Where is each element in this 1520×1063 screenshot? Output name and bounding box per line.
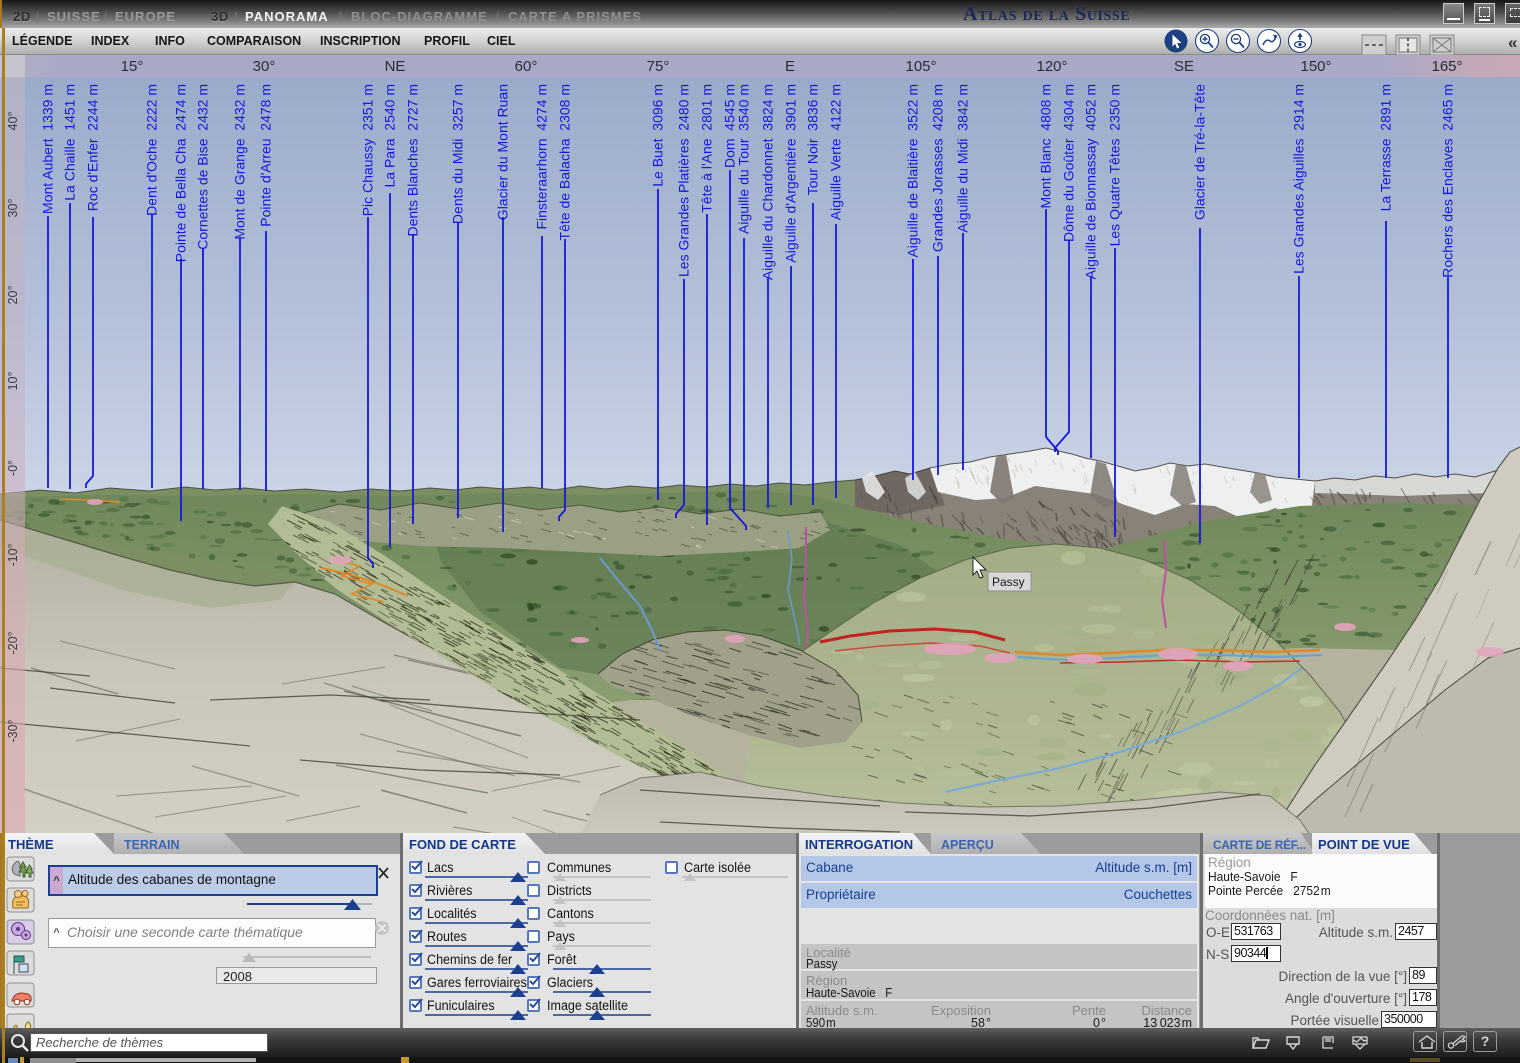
svg-text:Pic Chaussy 2351 m: Pic Chaussy 2351 m: [360, 84, 376, 216]
svg-text:Aiguille de Blaitière 3522 m: Aiguille de Blaitière 3522 m: [905, 84, 921, 258]
svg-text:-0°: -0°: [6, 460, 20, 476]
svg-text:Le Buet 3096 m: Le Buet 3096 m: [650, 84, 666, 187]
svg-text:40°: 40°: [6, 112, 20, 131]
svg-text:Grandes Jorasses 4208 m: Grandes Jorasses 4208 m: [930, 84, 946, 252]
svg-text:Tête de Balacha 2308 m: Tête de Balacha 2308 m: [557, 84, 573, 240]
svg-text:La Para 2540 m: La Para 2540 m: [382, 84, 398, 188]
svg-text:Aiguille du Midi 3842 m: Aiguille du Midi 3842 m: [955, 84, 971, 233]
svg-text:Dents Blanches 2727 m: Dents Blanches 2727 m: [405, 84, 421, 237]
svg-text:La Terrasse 2891 m: La Terrasse 2891 m: [1378, 84, 1394, 211]
svg-text:Aiguille d'Argentière 3901 m: Aiguille d'Argentière 3901 m: [783, 84, 799, 263]
svg-text:20°: 20°: [6, 286, 20, 305]
svg-text:Pointe de Bella Cha 2474 m: Pointe de Bella Cha 2474 m: [173, 84, 189, 262]
svg-text:Les Grandes Aiguilles 2914 m: Les Grandes Aiguilles 2914 m: [1291, 84, 1307, 274]
svg-text:Aiguille Verte 4122 m: Aiguille Verte 4122 m: [828, 84, 844, 220]
svg-text:Les Grandes Platières 2480 m: Les Grandes Platières 2480 m: [676, 84, 692, 277]
svg-text:Aiguille du Chardonnet 3824 m: Aiguille du Chardonnet 3824 m: [760, 84, 776, 280]
svg-text:Mont Aubert 1339 m: Mont Aubert 1339 m: [40, 84, 56, 214]
svg-text:-10°: -10°: [6, 543, 20, 566]
svg-text:Finsteraarhorn 4274 m: Finsteraarhorn 4274 m: [534, 84, 550, 230]
svg-text:30°: 30°: [6, 199, 20, 218]
svg-text:Mont de Grange 2432 m: Mont de Grange 2432 m: [232, 84, 248, 240]
svg-text:Dent d'Oche 2222 m: Dent d'Oche 2222 m: [144, 84, 160, 216]
svg-text:Tête à l'Ane 2801 m: Tête à l'Ane 2801 m: [699, 84, 715, 213]
svg-text:Dôme du Goûter 4304 m: Dôme du Goûter 4304 m: [1061, 84, 1077, 242]
svg-text:Dents du Midi 3257 m: Dents du Midi 3257 m: [450, 84, 466, 224]
svg-text:La Chaille 1451 m: La Chaille 1451 m: [62, 84, 78, 201]
svg-text:Cornettes de Bise 2432 m: Cornettes de Bise 2432 m: [195, 84, 211, 250]
svg-text:Rochers des Enclaves 2465 m: Rochers des Enclaves 2465 m: [1440, 84, 1456, 278]
svg-text:-30°: -30°: [6, 719, 20, 742]
svg-text:Les Quatre Têtes 2350 m: Les Quatre Têtes 2350 m: [1107, 84, 1123, 246]
svg-text:-20°: -20°: [6, 631, 20, 654]
svg-text:Roc d'Enfer 2244 m: Roc d'Enfer 2244 m: [85, 84, 101, 211]
svg-text:«: «: [1508, 33, 1517, 52]
svg-text:Pointe d'Arreu 2478 m: Pointe d'Arreu 2478 m: [258, 84, 274, 227]
svg-text:Glacier de Tré-la-Tête: Glacier de Tré-la-Tête: [1192, 84, 1208, 220]
svg-text:Mont Blanc 4808 m: Mont Blanc 4808 m: [1038, 84, 1054, 209]
svg-text:Aiguille du Tour 3540 m: Aiguille du Tour 3540 m: [736, 84, 752, 234]
svg-text:Tour Noir 3836 m: Tour Noir 3836 m: [805, 84, 821, 195]
svg-text:10°: 10°: [6, 372, 20, 391]
svg-text:Glacier du Mont Ruan: Glacier du Mont Ruan: [495, 84, 511, 220]
svg-text:Aiguille de Bionnassay 4052 m: Aiguille de Bionnassay 4052 m: [1083, 84, 1099, 279]
svg-text:Passy: Passy: [992, 575, 1025, 589]
